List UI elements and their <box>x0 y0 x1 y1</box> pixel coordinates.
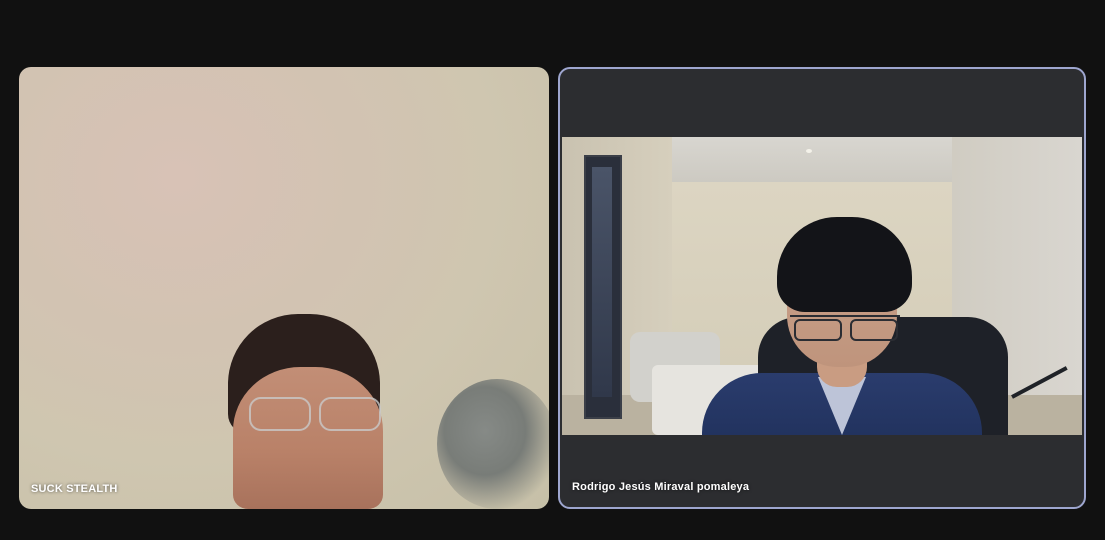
participant-glasses <box>790 315 900 341</box>
participant-tile-right-active-speaker[interactable]: Rodrigo Jesús Miraval pomaleya <box>558 67 1086 509</box>
participant-tile-left[interactable]: SUCK STEALTH <box>19 67 549 509</box>
ceiling-light <box>806 149 812 153</box>
participant-name-label: Rodrigo Jesús Miraval pomaleya <box>572 481 750 493</box>
participant-glasses <box>247 397 385 431</box>
blurred-hand-object <box>437 379 549 509</box>
participant-face <box>233 367 383 509</box>
participant-video-feed <box>562 137 1082 435</box>
video-call-stage: SUCK STEALTH Rodrigo Jesús Miraval pomal… <box>0 0 1105 540</box>
participant-name-label: SUCK STEALTH <box>31 483 118 495</box>
window-frame <box>584 155 622 419</box>
participant-hair <box>777 217 912 312</box>
